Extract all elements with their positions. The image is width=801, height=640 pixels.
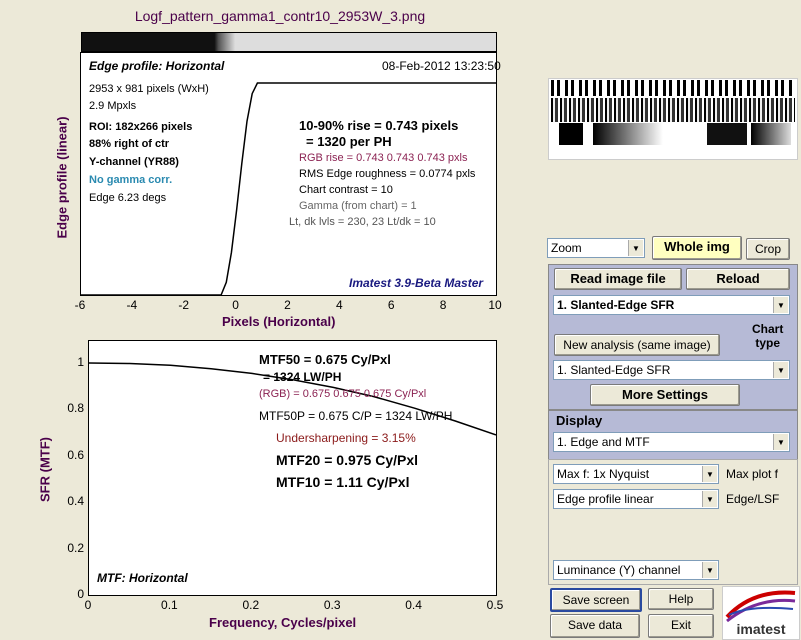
mtf50-text: MTF50 = 0.675 Cy/Pxl bbox=[259, 352, 391, 367]
undersharp-text: Undersharpening = 3.15% bbox=[276, 431, 416, 445]
display-label: Display bbox=[556, 413, 603, 428]
max-plot-f-label: Max plot f bbox=[726, 467, 779, 481]
logo-swoosh-icon bbox=[725, 590, 796, 623]
chevron-down-icon: ▼ bbox=[702, 562, 717, 578]
mtf-xlabel: Frequency, Cycles/pixel bbox=[209, 615, 357, 630]
whole-img-button[interactable]: Whole img bbox=[652, 236, 742, 260]
result-levels: Lt, dk lvls = 230, 23 Lt/dk = 10 bbox=[289, 216, 436, 228]
mtf-plot: MTF50 = 0.675 Cy/Pxl = 1324 LW/PH (RGB) … bbox=[88, 340, 497, 596]
chevron-down-icon: ▼ bbox=[773, 362, 788, 378]
edge-profile-curve bbox=[81, 82, 496, 295]
edge-lsf-select[interactable]: Edge profile linear ▼ bbox=[553, 489, 719, 509]
chart-thumbnail bbox=[548, 78, 798, 160]
result-gamma-chart: Gamma (from chart) = 1 bbox=[299, 200, 417, 212]
chart-type-select-label: 1. Slanted-Edge SFR bbox=[557, 363, 671, 377]
chevron-down-icon: ▼ bbox=[702, 491, 717, 507]
max-f-select-label: Max f: 1x Nyquist bbox=[557, 467, 650, 481]
read-image-button[interactable]: Read image file bbox=[554, 268, 682, 290]
edge-date: 08-Feb-2012 13:23:50 bbox=[382, 59, 501, 73]
chevron-down-icon: ▼ bbox=[702, 466, 717, 482]
zoom-select[interactable]: Zoom ▼ bbox=[547, 238, 645, 258]
mtf-heading: MTF: Horizontal bbox=[97, 571, 188, 585]
zoom-select-label: Zoom bbox=[551, 241, 582, 255]
edge-lsf-label: Edge/LSF bbox=[726, 492, 780, 506]
mtf-y-tick-label: 1 bbox=[77, 355, 84, 369]
chevron-down-icon: ▼ bbox=[773, 434, 788, 450]
edge-xlabel: Pixels (Horizontal) bbox=[222, 314, 336, 329]
imatest-logo: imatest bbox=[722, 586, 800, 640]
edge-x-tick-label: 4 bbox=[336, 298, 343, 312]
mtf-x-tick-label: 0.3 bbox=[323, 598, 341, 612]
info-edge-angle: Edge 6.23 degs bbox=[89, 192, 167, 204]
info-pixels: 2953 x 981 pixels (WxH) bbox=[89, 83, 209, 95]
result-contrast: Chart contrast = 10 bbox=[299, 184, 393, 196]
new-analysis-button[interactable]: New analysis (same image) bbox=[554, 334, 720, 356]
analysis-select[interactable]: 1. Slanted-Edge SFR ▼ bbox=[553, 295, 790, 315]
info-roi: ROI: 182x266 pixels bbox=[89, 121, 193, 133]
window-title: Logf_pattern_gamma1_contr10_2953W_3.png bbox=[134, 8, 426, 24]
mtf-ylabel: SFR (MTF) bbox=[37, 437, 53, 502]
mtf-y-tick-label: 0.6 bbox=[67, 447, 84, 462]
save-screen-button[interactable]: Save screen bbox=[550, 588, 642, 612]
mtf10-text: MTF10 = 1.11 Cy/Pxl bbox=[276, 474, 410, 490]
edge-x-tick-label: 8 bbox=[439, 298, 447, 312]
chevron-down-icon: ▼ bbox=[773, 297, 788, 313]
info-gamma: No gamma corr. bbox=[89, 174, 173, 186]
edge-x-tick-label: -2 bbox=[178, 298, 190, 312]
edge-ylabel: Edge profile (linear) bbox=[54, 116, 70, 239]
edge-x-tick-label: 0 bbox=[232, 298, 239, 312]
mtf-y-tick-label: 0.8 bbox=[67, 401, 84, 416]
analysis-select-label: 1. Slanted-Edge SFR bbox=[557, 298, 675, 312]
edge-heading: Edge profile: Horizontal bbox=[89, 59, 225, 73]
more-settings-button[interactable]: More Settings bbox=[590, 384, 740, 406]
display-select-label: 1. Edge and MTF bbox=[557, 435, 650, 449]
edge-lsf-select-label: Edge profile linear bbox=[557, 492, 654, 506]
channel-select[interactable]: Luminance (Y) channel ▼ bbox=[553, 560, 719, 580]
version-label: Imatest 3.9-Beta Master bbox=[349, 276, 484, 290]
edge-x-tick-label: 6 bbox=[387, 298, 395, 312]
mtf-x-tick-label: 0 bbox=[84, 598, 92, 612]
info-channel: Y-channel (YR88) bbox=[89, 156, 179, 168]
max-f-select[interactable]: Max f: 1x Nyquist ▼ bbox=[553, 464, 719, 484]
channel-select-label: Luminance (Y) channel bbox=[557, 563, 681, 577]
mtf20-text: MTF20 = 0.975 Cy/Pxl bbox=[276, 452, 419, 468]
mtf50p-text: MTF50P = 0.675 C/P = 1324 LW/PH bbox=[259, 409, 453, 423]
mtf-x-tick-label: 0.4 bbox=[405, 598, 422, 612]
info-right-of-ctr: 88% right of ctr bbox=[89, 138, 170, 150]
help-button[interactable]: Help bbox=[648, 588, 714, 610]
info-mpxls: 2.9 Mpxls bbox=[89, 100, 137, 112]
exit-button[interactable]: Exit bbox=[648, 614, 714, 638]
mtf-x-tick-label: 0.5 bbox=[486, 598, 504, 612]
edge-profile-plot: Edge profile: Horizontal 08-Feb-2012 13:… bbox=[80, 52, 501, 296]
mtf-x-tick-label: 0.2 bbox=[242, 598, 260, 612]
edge-x-tick-label: 10 bbox=[488, 298, 502, 312]
mtf50-lwph: = 1324 LW/PH bbox=[263, 370, 342, 384]
crop-button[interactable]: Crop bbox=[746, 238, 790, 260]
reload-button[interactable]: Reload bbox=[686, 268, 790, 290]
logo-text: imatest bbox=[736, 621, 786, 637]
result-rms: RMS Edge roughness = 0.0774 pxls bbox=[299, 168, 476, 180]
edge-x-tick-label: -4 bbox=[126, 298, 138, 312]
edge-x-tick-label: -6 bbox=[74, 298, 86, 312]
chart-type-select[interactable]: 1. Slanted-Edge SFR ▼ bbox=[553, 360, 790, 380]
save-data-button[interactable]: Save data bbox=[550, 614, 640, 638]
result-rgb-rise: RGB rise = 0.743 0.743 0.743 pxls bbox=[299, 152, 468, 164]
edge-strip-image bbox=[81, 32, 497, 52]
mtf50-rgb: (RGB) = 0.675 0.675 0.675 Cy/Pxl bbox=[259, 388, 427, 400]
mtf-y-tick-label: 0.4 bbox=[67, 494, 84, 509]
mtf-y-tick-label: 0.2 bbox=[67, 540, 84, 555]
display-select[interactable]: 1. Edge and MTF ▼ bbox=[553, 432, 790, 452]
result-rise: 10-90% rise = 0.743 pixels bbox=[299, 118, 459, 133]
edge-x-tick-label: 2 bbox=[284, 298, 291, 312]
chart-type-label: Chart type bbox=[752, 322, 784, 350]
mtf-x-tick-label: 0.1 bbox=[161, 598, 178, 612]
result-per-ph: = 1320 per PH bbox=[306, 134, 392, 149]
chevron-down-icon: ▼ bbox=[628, 240, 643, 256]
